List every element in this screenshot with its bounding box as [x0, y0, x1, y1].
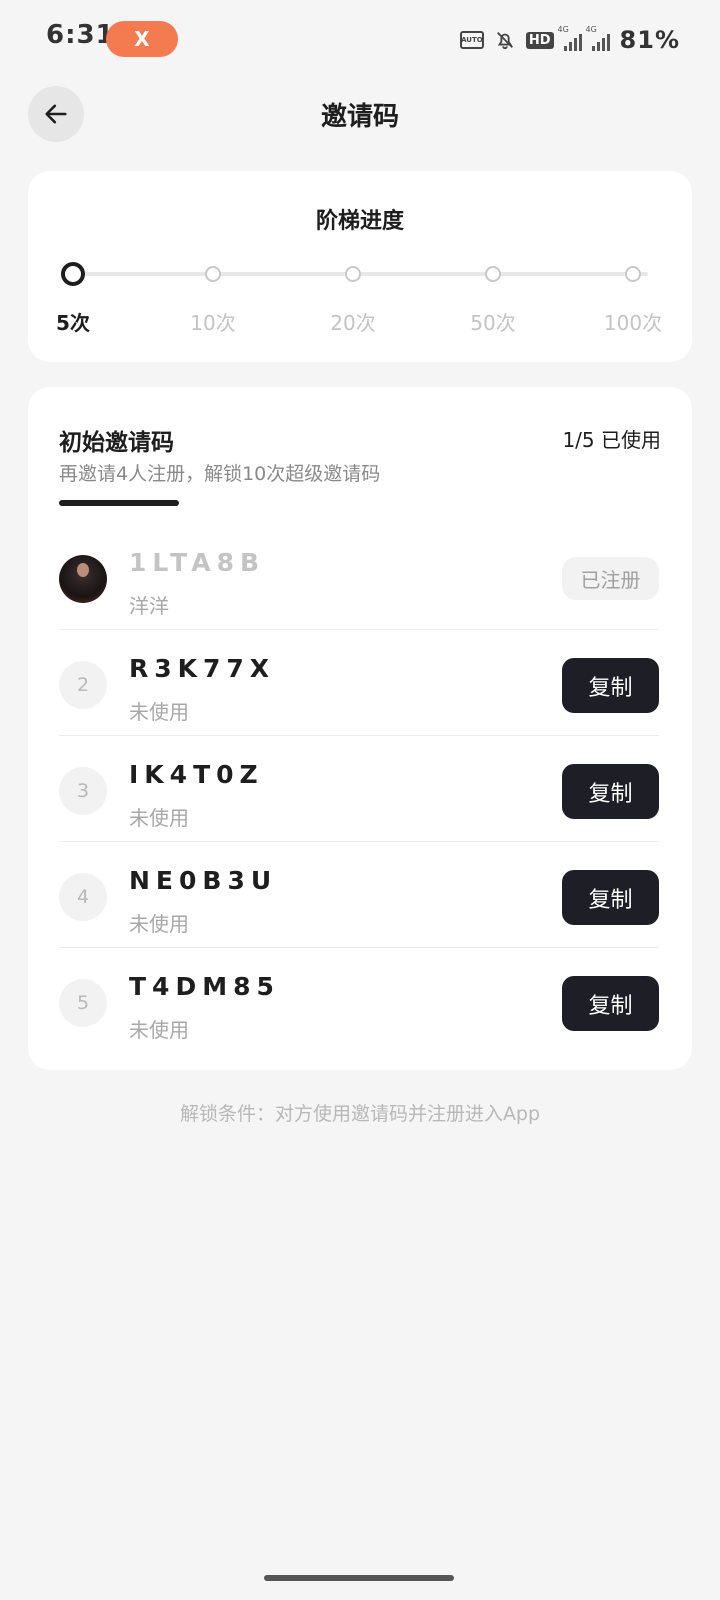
code-status: 未使用	[129, 806, 189, 830]
auto-refresh-icon: AUTO	[459, 31, 484, 49]
signal-icon-1: 4G	[558, 25, 582, 51]
code-row-1: 1LTA8B 洋洋 已注册	[59, 524, 659, 630]
step-label-2: 10次	[190, 311, 236, 335]
code-row-5: 5 T4DM85 未使用 复制	[59, 948, 659, 1054]
code-row-4: 4 NE0B3U 未使用 复制	[59, 842, 659, 948]
copy-button[interactable]: 复制	[562, 658, 659, 713]
copy-button[interactable]: 复制	[562, 870, 659, 925]
section-subtitle: 再邀请4人注册，解锁10次超级邀请码	[59, 463, 381, 485]
progress-node-2	[205, 266, 221, 282]
step-label-1: 5次	[56, 311, 90, 335]
step-label-3: 20次	[330, 311, 376, 335]
progress-node-1	[61, 262, 85, 286]
row-number: 2	[59, 661, 107, 709]
tier-progress-card: 阶梯进度 5次 10次 20次 50次 100次	[28, 171, 692, 362]
progress-node-3	[345, 266, 361, 282]
invite-code: 1LTA8B	[129, 548, 266, 577]
invite-code: T4DM85	[129, 972, 280, 1001]
page-title: 邀请码	[320, 102, 399, 132]
status-time: 6:31	[46, 20, 115, 50]
step-label-4: 50次	[470, 311, 516, 335]
copy-button[interactable]: 复制	[562, 764, 659, 819]
status-bar: 6:31 X AUTO HD 4G 4G 81%	[0, 0, 720, 80]
row-number: 5	[59, 979, 107, 1027]
avatar	[59, 555, 107, 603]
step-label-5: 100次	[603, 311, 663, 335]
battery-level: 81%	[619, 26, 680, 54]
code-status: 未使用	[129, 1018, 189, 1042]
section-title: 初始邀请码	[59, 430, 174, 456]
registered-badge: 已注册	[562, 557, 659, 600]
invite-codes-card: 初始邀请码 1/5 已使用 再邀请4人注册，解锁10次超级邀请码 1LTA8B …	[28, 387, 692, 1070]
progress-node-4	[485, 266, 501, 282]
code-row-3: 3 IK4T0Z 未使用 复制	[59, 736, 659, 842]
progress-node-5	[625, 266, 641, 282]
section-underline	[59, 500, 179, 506]
invite-code: R3K77X	[129, 654, 276, 683]
code-row-2: 2 R3K77X 未使用 复制	[59, 630, 659, 736]
x-app-badge: X	[106, 21, 178, 57]
home-indicator[interactable]	[264, 1575, 454, 1581]
row-number: 4	[59, 873, 107, 921]
copy-button[interactable]: 复制	[562, 976, 659, 1031]
signal-icon-2: 4G	[586, 25, 610, 51]
code-status: 未使用	[129, 700, 189, 724]
status-icons: AUTO HD 4G 4G 81%	[459, 20, 680, 60]
unlock-condition-note: 解锁条件：对方使用邀请码并注册进入App	[179, 1103, 541, 1125]
row-number: 3	[59, 767, 107, 815]
invite-code: NE0B3U	[129, 866, 278, 895]
progress-title: 阶梯进度	[315, 209, 404, 234]
progress-track	[74, 272, 648, 276]
usage-count: 1/5 已使用	[562, 428, 661, 452]
hd-voice-icon: HD	[525, 31, 554, 49]
invite-code: IK4T0Z	[129, 760, 264, 789]
bell-off-icon	[496, 32, 513, 50]
registered-user-name: 洋洋	[129, 594, 169, 618]
code-status: 未使用	[129, 912, 189, 936]
